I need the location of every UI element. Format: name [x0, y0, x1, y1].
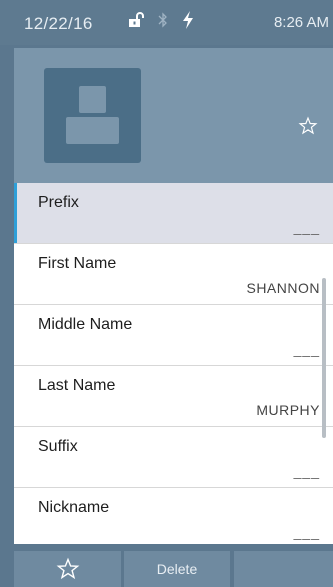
charging-bolt-icon: [183, 11, 193, 29]
favorite-button[interactable]: [14, 551, 121, 587]
action-bar: Delete: [0, 547, 333, 587]
field-value[interactable]: ___: [294, 341, 320, 357]
bluetooth-icon: [158, 12, 167, 28]
field-value[interactable]: ___: [294, 463, 320, 479]
field-label: First Name: [38, 255, 117, 272]
field-first-name[interactable]: First Name SHANNON: [14, 244, 333, 305]
avatar[interactable]: [44, 68, 141, 163]
star-outline-icon[interactable]: [298, 116, 318, 136]
status-date: 12/22/16: [24, 14, 93, 33]
field-value[interactable]: SHANNON: [246, 280, 320, 296]
lock-open-icon: [129, 12, 144, 27]
contact-fields-list: Prefix ___ First Name SHANNON Middle Nam…: [14, 183, 333, 544]
field-suffix[interactable]: Suffix ___: [14, 427, 333, 488]
field-value[interactable]: ___: [294, 524, 320, 540]
delete-button[interactable]: Delete: [124, 551, 230, 587]
status-time: 8:26 AM: [273, 14, 329, 31]
field-label: Last Name: [38, 377, 116, 394]
field-middle-name[interactable]: Middle Name ___: [14, 305, 333, 366]
status-icons: [128, 11, 194, 29]
contact-header: [14, 48, 333, 183]
field-value[interactable]: ___: [294, 219, 320, 235]
status-bar: 12/22/16 8:26 AM: [0, 0, 333, 45]
contact-card: Prefix ___ First Name SHANNON Middle Nam…: [14, 48, 333, 544]
field-label: Nickname: [38, 499, 110, 516]
scrollbar[interactable]: [322, 278, 326, 438]
more-actions-button[interactable]: [234, 551, 333, 587]
field-label: Suffix: [38, 438, 78, 455]
field-last-name[interactable]: Last Name MURPHY: [14, 366, 333, 427]
field-prefix[interactable]: Prefix ___: [14, 183, 333, 244]
field-value[interactable]: MURPHY: [256, 402, 320, 418]
field-label: Prefix: [38, 194, 79, 211]
field-label: Middle Name: [38, 316, 133, 333]
field-nickname[interactable]: Nickname ___: [14, 488, 333, 544]
person-icon: [66, 86, 119, 144]
star-outline-icon: [56, 557, 79, 580]
